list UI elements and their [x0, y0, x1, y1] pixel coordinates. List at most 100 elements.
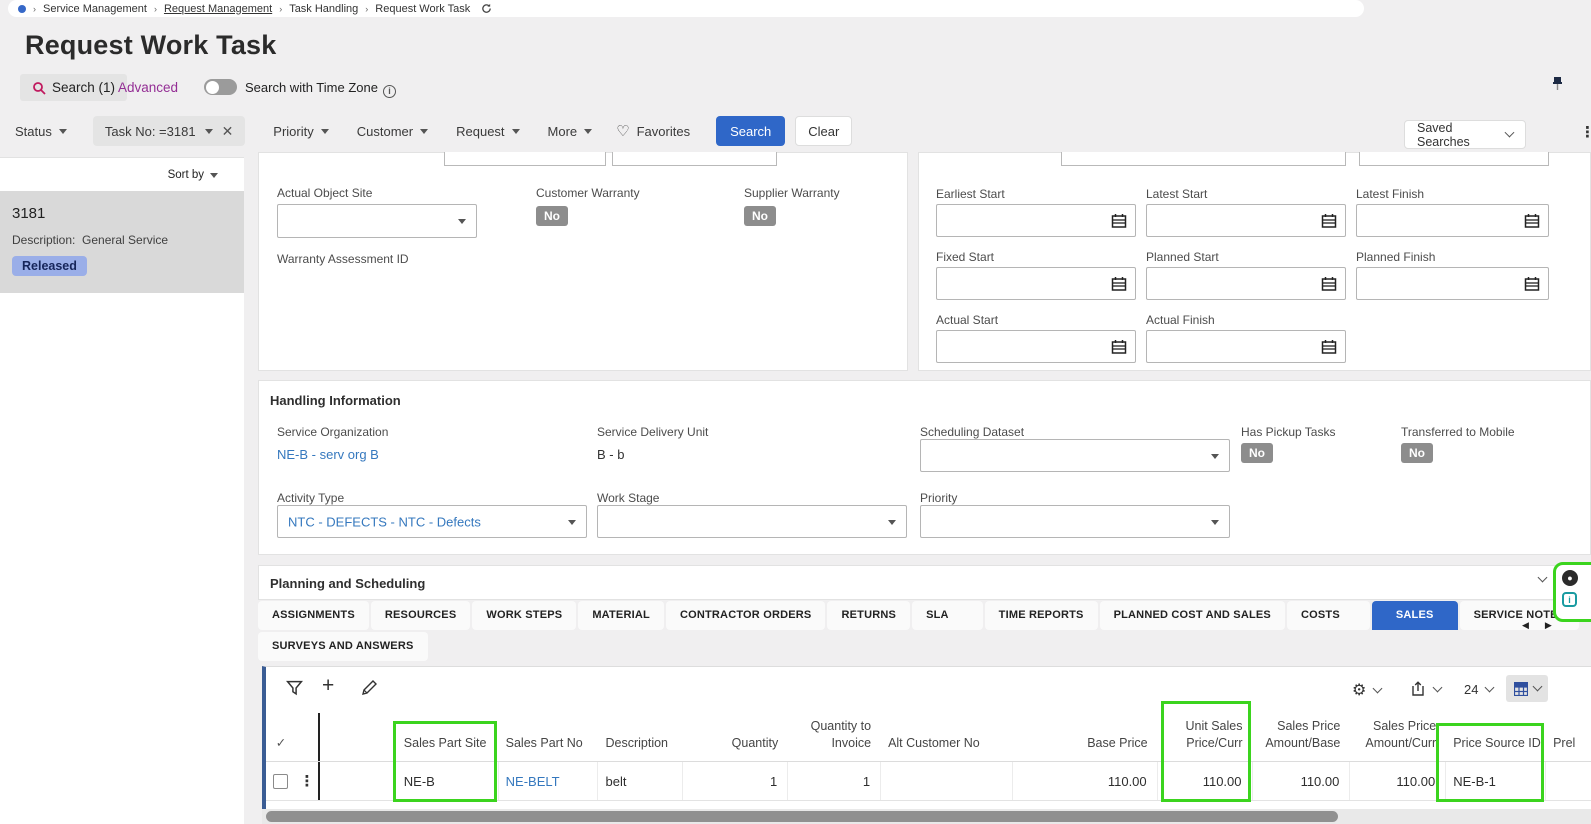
calendar-icon[interactable]: [1524, 213, 1540, 229]
latest-start-input[interactable]: [1146, 204, 1346, 237]
list-item-task-3181[interactable]: 3181 Description: General Service Releas…: [0, 191, 244, 293]
table-settings-dropdown[interactable]: ⚙: [1352, 680, 1383, 700]
col-quantity-to-invoice[interactable]: Quantity to Invoice: [788, 718, 881, 761]
filter-funnel-icon[interactable]: [286, 680, 303, 697]
pin-icon[interactable]: [1551, 76, 1564, 91]
activity-type-value: NTC - DEFECTS - NTC - Defects: [288, 514, 481, 529]
advanced-tab[interactable]: Advanced: [118, 80, 178, 95]
calendar-icon[interactable]: [1111, 339, 1127, 355]
col-alt-customer-no[interactable]: Alt Customer No: [881, 735, 1013, 761]
calendar-icon[interactable]: [1524, 276, 1540, 292]
filter-more[interactable]: More: [548, 124, 593, 139]
calendar-icon[interactable]: [1321, 276, 1337, 292]
export-dropdown[interactable]: [1410, 681, 1443, 697]
search-button[interactable]: Search: [716, 116, 786, 146]
caret-down-icon: [420, 128, 429, 134]
service-organization-link[interactable]: NE-B - serv org B: [277, 447, 379, 462]
tab-contractor-orders[interactable]: CONTRACTOR ORDERS: [665, 601, 826, 630]
tab-costs[interactable]: COSTS: [1286, 601, 1370, 630]
widget-dark-icon[interactable]: ●: [1562, 570, 1578, 586]
page-size-value: 24: [1464, 682, 1479, 697]
select-all-check-icon[interactable]: ✓: [266, 735, 296, 761]
breadcrumb-request-work-task[interactable]: Request Work Task: [375, 3, 470, 15]
edit-pencil-icon[interactable]: [360, 679, 378, 697]
col-sales-price-amount-base[interactable]: Sales Price Amount/Base: [1253, 718, 1351, 761]
scheduling-dataset-select[interactable]: [920, 439, 1230, 472]
favorites-button[interactable]: ♡ Favorites: [616, 122, 690, 140]
col-sales-price-amount-curr[interactable]: Sales Price Amount/Curr: [1350, 718, 1446, 761]
remove-filter-icon[interactable]: ✕: [222, 123, 234, 140]
calendar-icon[interactable]: [1321, 213, 1337, 229]
cell-sales-part-no-link[interactable]: NE-BELT: [499, 762, 599, 800]
col-base-price[interactable]: Base Price: [1013, 735, 1158, 761]
tab-material[interactable]: MATERIAL: [578, 601, 664, 630]
col-description[interactable]: Description: [598, 735, 683, 761]
col-quantity[interactable]: Quantity: [683, 735, 788, 761]
tab-work-steps[interactable]: WORK STEPS: [472, 601, 577, 630]
filter-customer[interactable]: Customer: [357, 124, 429, 139]
tab-planned-cost-and-sales[interactable]: PLANNED COST AND SALES: [1099, 601, 1285, 630]
more-options-kebab-icon[interactable]: ⋮: [1580, 125, 1591, 140]
planned-start-input[interactable]: [1146, 267, 1346, 300]
add-row-icon[interactable]: +: [322, 674, 334, 698]
page-size-dropdown[interactable]: 24: [1464, 682, 1495, 697]
breadcrumb-request-management[interactable]: Request Management: [164, 3, 272, 15]
widget-teal-icon[interactable]: i: [1562, 592, 1577, 607]
collapse-chevron-icon[interactable]: [1537, 572, 1548, 583]
scrollbar-thumb[interactable]: [266, 811, 1338, 822]
refresh-icon[interactable]: [481, 3, 492, 14]
timezone-toggle-label: Search with Time Zone i: [245, 80, 396, 98]
filter-priority[interactable]: Priority: [273, 124, 329, 139]
tab-sales[interactable]: SALES: [1371, 601, 1458, 630]
fixed-start-input[interactable]: [936, 267, 1136, 300]
calendar-icon[interactable]: [1321, 339, 1337, 355]
clipped-field[interactable]: [1061, 152, 1346, 166]
tab-surveys-and-answers[interactable]: SURVEYS AND ANSWERS: [258, 632, 428, 661]
caret-down-icon: [58, 128, 67, 134]
has-pickup-tasks-badge: No: [1241, 443, 1273, 463]
filter-chip-task-no[interactable]: Task No: =3181 ✕: [92, 116, 246, 146]
breadcrumb-service-management[interactable]: Service Management: [43, 3, 147, 15]
tab-time-reports[interactable]: TIME REPORTS: [984, 601, 1098, 630]
search-tab[interactable]: Search (1): [20, 74, 128, 101]
activity-type-select[interactable]: NTC - DEFECTS - NTC - Defects: [277, 505, 587, 538]
row-checkbox[interactable]: [273, 773, 289, 789]
caret-down-icon: [320, 128, 329, 134]
table-view-dropdown[interactable]: [1506, 675, 1548, 702]
actual-object-site-select[interactable]: [277, 204, 477, 238]
header-spacer: [296, 752, 318, 761]
priority-select[interactable]: [920, 505, 1230, 538]
earliest-start-input[interactable]: [936, 204, 1136, 237]
actual-finish-input[interactable]: [1146, 330, 1346, 363]
clear-button[interactable]: Clear: [795, 116, 853, 146]
clipped-field[interactable]: [612, 152, 777, 166]
tab-resources[interactable]: RESOURCES: [370, 601, 471, 630]
tab-sla[interactable]: SLA: [912, 601, 983, 630]
info-icon[interactable]: i: [382, 85, 396, 98]
actual-finish-label: Actual Finish: [1146, 313, 1215, 327]
warranty-assessment-id-label: Warranty Assessment ID: [277, 252, 409, 266]
priority-label: Priority: [920, 491, 958, 505]
breadcrumb-task-handling[interactable]: Task Handling: [289, 3, 358, 15]
col-sales-part-no[interactable]: Sales Part No: [499, 735, 599, 761]
latest-start-label: Latest Start: [1146, 187, 1208, 201]
calendar-icon[interactable]: [1111, 276, 1127, 292]
tab-scroll-right-icon[interactable]: ▶: [1545, 620, 1552, 631]
clipped-field[interactable]: [1359, 152, 1549, 166]
clipped-field[interactable]: [444, 152, 606, 166]
row-kebab-icon[interactable]: ⋮: [299, 774, 314, 789]
planned-finish-input[interactable]: [1356, 267, 1549, 300]
filter-status[interactable]: Status: [15, 124, 67, 139]
filter-request[interactable]: Request: [456, 124, 520, 139]
timezone-toggle[interactable]: [204, 79, 237, 95]
calendar-icon[interactable]: [1111, 213, 1127, 229]
actual-start-input[interactable]: [936, 330, 1136, 363]
sort-by-dropdown[interactable]: Sort by: [168, 169, 218, 181]
col-prel[interactable]: Prel: [1546, 735, 1591, 761]
saved-searches-dropdown[interactable]: Saved Searches: [1404, 120, 1526, 149]
latest-finish-input[interactable]: [1356, 204, 1549, 237]
tab-returns[interactable]: RETURNS: [827, 601, 911, 630]
tab-scroll-left-icon[interactable]: ◀: [1522, 620, 1529, 631]
work-stage-select[interactable]: [597, 505, 907, 538]
tab-assignments[interactable]: ASSIGNMENTS: [258, 601, 369, 630]
